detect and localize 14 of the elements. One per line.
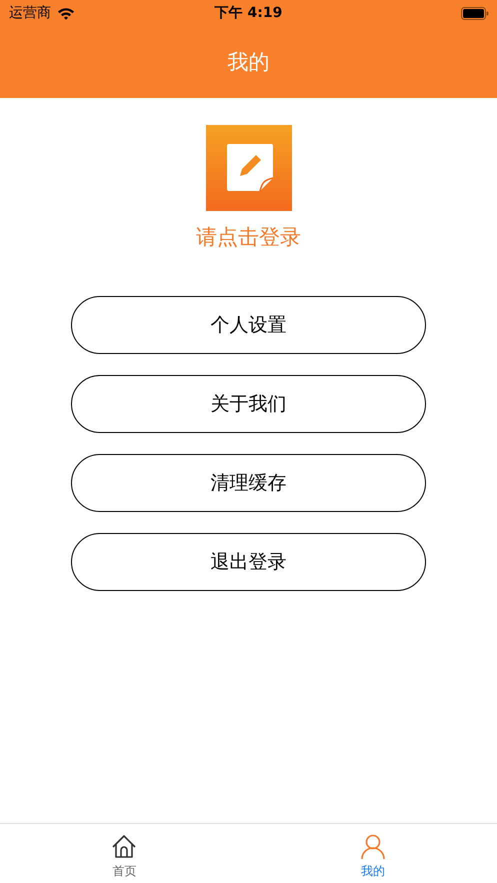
menu-button[interactable]: 清理缓存 bbox=[71, 454, 426, 512]
tab-item[interactable]: 首页 bbox=[0, 824, 248, 883]
person-icon bbox=[360, 834, 386, 860]
battery-icon bbox=[461, 6, 489, 20]
wifi-icon bbox=[57, 6, 75, 20]
menu-button[interactable]: 个人设置 bbox=[71, 296, 426, 354]
page-title: 我的 bbox=[228, 49, 270, 76]
tab-item[interactable]: 我的 bbox=[248, 824, 497, 883]
note-pencil-icon[interactable] bbox=[206, 125, 292, 211]
menu-button[interactable]: 关于我们 bbox=[71, 375, 426, 433]
home-icon bbox=[111, 834, 138, 860]
menu-button[interactable]: 退出登录 bbox=[71, 533, 426, 591]
carrier-name: 运营商 bbox=[9, 4, 51, 22]
status-time: 下午 4:19 bbox=[214, 4, 282, 22]
